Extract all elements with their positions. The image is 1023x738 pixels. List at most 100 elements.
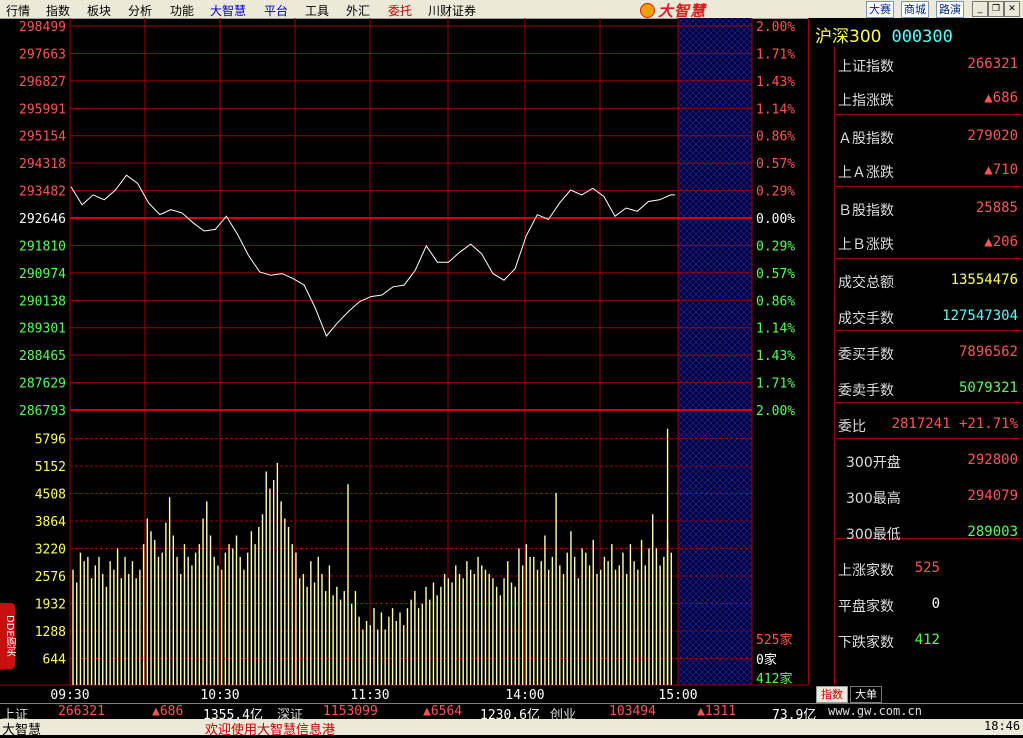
panel-row-value: 292800 bbox=[967, 452, 1018, 468]
breadth-label: 0家 bbox=[756, 652, 777, 668]
panel-row-value: ▲206 bbox=[984, 234, 1018, 250]
breadth-label: 525家 bbox=[756, 632, 792, 648]
pct-tick-label: 1.14% bbox=[756, 102, 795, 117]
panel-row-value: 525 bbox=[914, 560, 940, 576]
brand-logo: 大智慧 bbox=[640, 0, 706, 20]
panel-title: 沪深300 000300 bbox=[815, 22, 953, 47]
pct-tick-label: 0.57% bbox=[756, 267, 795, 282]
time-axis: 09:30 10:30 11:30 14:00 15:00 bbox=[50, 688, 697, 703]
panel-row-label: 上证指数 bbox=[838, 59, 894, 75]
menu-sector[interactable]: 板块 bbox=[87, 2, 111, 19]
panel-row-value: 294079 bbox=[967, 488, 1018, 504]
price-tick-label: 290974 bbox=[19, 267, 66, 282]
price-tick-label: 291810 bbox=[19, 239, 66, 254]
panel-row: 上证指数 266321 bbox=[838, 48, 1020, 82]
breadth-label: 412家 bbox=[756, 671, 792, 687]
volume-tick-label: 3220 bbox=[35, 543, 66, 558]
roadshow-button[interactable]: 路演 bbox=[936, 1, 964, 18]
menu-bar: 行情 指数 板块 分析 功能 大智慧 平台 工具 外汇 委托 川财证券 大智慧 … bbox=[0, 0, 1023, 20]
sz-value: 1153099 bbox=[323, 704, 378, 719]
menu-forex[interactable]: 外汇 bbox=[346, 2, 370, 19]
contest-button[interactable]: 大赛 bbox=[866, 1, 894, 18]
panel-row-label: Ｂ股指数 bbox=[838, 203, 894, 219]
menu-dzh[interactable]: 大智慧 bbox=[210, 2, 246, 19]
mall-button[interactable]: 商城 bbox=[901, 1, 929, 18]
price-axis-left: 298499 297663 296827 295991 295154 294318 2934… bbox=[19, 20, 66, 419]
panel-row: 委比 2817241 +21.71% bbox=[838, 408, 1020, 442]
pct-tick-label: 2.00% bbox=[756, 404, 795, 419]
bottom-bar: 大智慧 欢迎使用大智慧信息港 18:46 bbox=[0, 719, 1023, 738]
pct-tick-label: 1.43% bbox=[756, 349, 795, 364]
panel-row: 上Ｂ涨跌 ▲206 bbox=[838, 226, 1020, 260]
time-tick-label: 09:30 bbox=[50, 688, 89, 703]
panel-vline bbox=[834, 46, 835, 686]
menu-broker[interactable]: 川财证券 bbox=[428, 2, 476, 19]
menu-function[interactable]: 功能 bbox=[170, 2, 194, 19]
panel-row: 平盘家数 0 bbox=[838, 588, 1020, 622]
menu-analysis[interactable]: 分析 bbox=[128, 2, 152, 19]
pct-tick-label: 0.00% bbox=[756, 212, 795, 227]
volume-tick-label: 1932 bbox=[35, 598, 66, 613]
panel-row: 上涨家数 525 bbox=[838, 552, 1020, 586]
menu-tools[interactable]: 工具 bbox=[305, 2, 329, 19]
dde-buy-badge[interactable]: DDE购买 bbox=[0, 603, 15, 669]
menu-index[interactable]: 指数 bbox=[46, 2, 70, 19]
time-tick-label: 11:30 bbox=[350, 688, 389, 703]
tab-big-order[interactable]: 大单 bbox=[850, 686, 882, 703]
panel-row: Ｂ股指数 25885 bbox=[838, 192, 1020, 226]
volume-tick-label: 4508 bbox=[35, 488, 66, 503]
price-tick-label: 290138 bbox=[19, 294, 66, 309]
volume-tick-label: 5152 bbox=[35, 460, 66, 475]
panel-row-label: 成交总额 bbox=[838, 275, 894, 291]
menu-quotes[interactable]: 行情 bbox=[6, 2, 30, 19]
logo-icon bbox=[640, 3, 655, 18]
menu-platform[interactable]: 平台 bbox=[264, 2, 288, 19]
panel-row: Ａ股指数 279020 bbox=[838, 120, 1020, 154]
panel-row-label: 300最低 bbox=[846, 527, 901, 543]
menu-order[interactable]: 委托 bbox=[388, 2, 412, 19]
price-tick-label: 286793 bbox=[19, 404, 66, 419]
price-tick-label: 292646 bbox=[19, 212, 66, 227]
cy-change: ▲1311 bbox=[697, 704, 737, 719]
index-status-bar: 上证 266321 ▲686 1355.4亿 深证 1153099 ▲6564 … bbox=[0, 703, 1023, 723]
index-name: 沪深300 bbox=[815, 27, 882, 47]
pct-tick-label: 0.29% bbox=[756, 239, 795, 254]
close-icon[interactable]: ✕ bbox=[1004, 1, 1020, 17]
volume-tick-label: 1288 bbox=[35, 625, 66, 640]
sh-change: ▲686 bbox=[152, 704, 184, 719]
panel-row-label: 委比 bbox=[838, 419, 866, 435]
panel-row-value: 25885 bbox=[975, 200, 1018, 216]
panel-row-value: 5079321 bbox=[958, 380, 1018, 396]
pct-tick-label: 1.14% bbox=[756, 322, 795, 337]
time-tick-label: 15:00 bbox=[658, 688, 697, 703]
price-tick-label: 298499 bbox=[19, 20, 66, 35]
price-tick-label: 297663 bbox=[19, 47, 66, 62]
news-ticker[interactable]: 欢迎使用大智慧信息港 bbox=[205, 719, 335, 738]
panel-row-label: 下跌家数 bbox=[838, 635, 894, 651]
price-tick-label: 289301 bbox=[19, 322, 66, 337]
panel-row-label: 委卖手数 bbox=[838, 383, 894, 399]
pct-axis-right: 2.00% 1.71% 1.43% 1.14% 0.86% 0.57% 0.29% 0.00%… bbox=[756, 20, 795, 419]
panel-row: 成交手数 127547304 bbox=[838, 300, 1020, 334]
pct-tick-label: 0.86% bbox=[756, 130, 795, 145]
sh-value: 266321 bbox=[58, 704, 105, 719]
tab-index[interactable]: 指数 bbox=[816, 686, 848, 703]
restore-icon[interactable]: ❐ bbox=[988, 1, 1004, 17]
minimize-icon[interactable]: _ bbox=[972, 1, 988, 17]
panel-row-label: 委买手数 bbox=[838, 347, 894, 363]
panel-row-value: 7896562 bbox=[958, 344, 1018, 360]
site-url[interactable]: www.gw.com.cn bbox=[828, 704, 922, 718]
panel-row: 上Ａ涨跌 ▲710 bbox=[838, 154, 1020, 188]
pct-tick-label: 0.86% bbox=[756, 294, 795, 309]
panel-row-value: 266321 bbox=[967, 56, 1018, 72]
panel-row-label: 上指涨跌 bbox=[838, 93, 894, 109]
panel-row: 委卖手数 5079321 bbox=[838, 372, 1020, 406]
price-tick-label: 295154 bbox=[19, 130, 66, 145]
panel-row-value: 0 bbox=[931, 596, 940, 612]
quote-panel: 沪深300 000300 上证指数 266321 上指涨跌 ▲686 Ａ股指数 279020… bbox=[808, 18, 1023, 686]
panel-row-label: 成交手数 bbox=[838, 311, 894, 327]
pct-tick-label: 0.29% bbox=[756, 185, 795, 200]
after-hours-region bbox=[678, 18, 752, 685]
price-tick-label: 294318 bbox=[19, 157, 66, 172]
panel-row-value: ▲686 bbox=[984, 90, 1018, 106]
